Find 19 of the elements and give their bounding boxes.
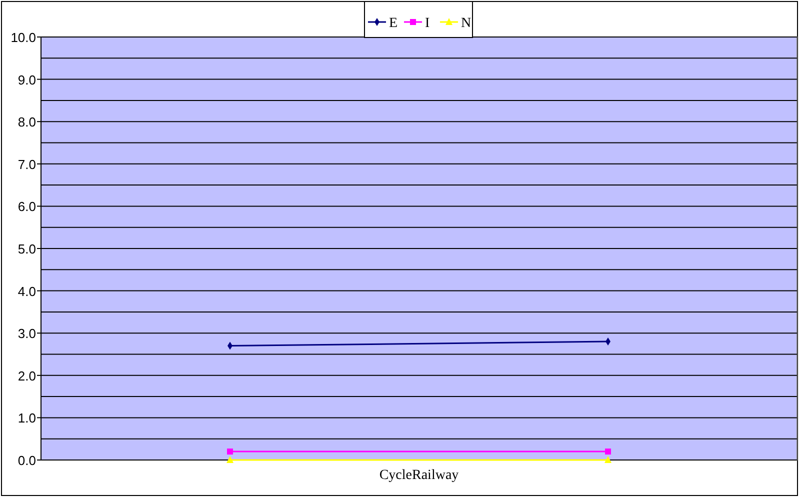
axis-label: CycleRailway <box>379 468 459 483</box>
axis-tick-label: 6.0 <box>18 199 36 214</box>
axis-tick-label: 2.0 <box>18 368 36 384</box>
axis-tick-label: 4.0 <box>18 284 36 299</box>
point <box>227 448 233 455</box>
point <box>226 456 234 463</box>
axis-tick-label: 5.0 <box>18 242 36 256</box>
point <box>605 448 611 455</box>
axis-tick-label: 9.0 <box>18 72 36 88</box>
point <box>604 456 612 463</box>
legend-label: E <box>389 16 398 31</box>
legend-label: N <box>461 16 472 31</box>
axis-tick-label: 8.0 <box>18 114 36 130</box>
axis-tick-label: 3.0 <box>18 326 36 342</box>
legend-label: I <box>425 16 430 31</box>
axis-tick-label: 7.0 <box>18 156 36 172</box>
axis-tick-label: 1.0 <box>18 410 36 426</box>
axis-tick-label: 0.0 <box>18 453 36 468</box>
axis-tick-label: 10.0 <box>10 30 36 45</box>
